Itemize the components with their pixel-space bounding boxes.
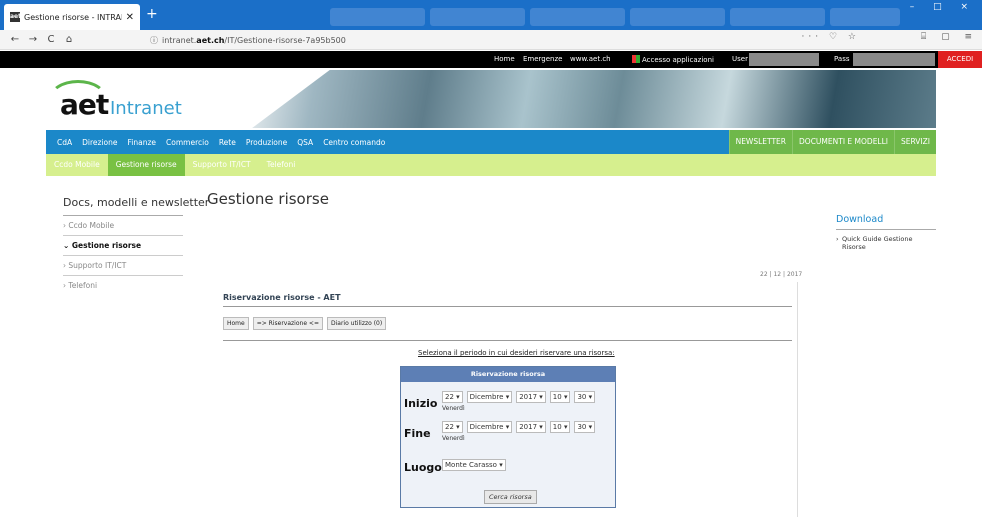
menu-produzione[interactable]: Produzione — [241, 138, 292, 147]
end-hour-select[interactable]: 10 ▾ — [549, 421, 571, 433]
start-day-select[interactable]: 22 ▾ — [442, 391, 463, 403]
sidebar-item-ccdo-mobile[interactable]: › Ccdo Mobile — [63, 216, 183, 236]
close-tab-icon[interactable]: ✕ — [126, 12, 134, 23]
diario-button[interactable]: Diario utilizzo (0) — [326, 317, 387, 330]
submenu-supporto-it[interactable]: Supporto IT/ICT — [185, 154, 259, 176]
top-link-emergenze[interactable]: Emergenze — [523, 55, 562, 63]
end-month-select[interactable]: Dicembre ▾ — [466, 421, 513, 433]
reload-icon[interactable]: C — [42, 34, 60, 45]
column-divider — [797, 282, 798, 517]
logo-brand: aet — [60, 88, 109, 121]
apps-link[interactable]: Accesso applicazioni — [632, 55, 714, 64]
start-label: Inizio — [404, 397, 438, 410]
sidebar-item-gestione-risorse[interactable]: ⌄ Gestione risorse — [63, 236, 183, 256]
pass-label: Pass — [834, 55, 850, 63]
sidebar: Docs, modelli e newsletter › Ccdo Mobile… — [63, 196, 209, 295]
menu-cda[interactable]: CdA — [52, 138, 77, 147]
start-minute-select[interactable]: 30 ▾ — [574, 391, 596, 403]
submenu-telefoni[interactable]: Telefoni — [259, 154, 304, 176]
top-link-home[interactable]: Home — [494, 55, 515, 63]
top-link-website[interactable]: www.aet.ch — [570, 55, 611, 63]
url-path: /IT/Gestione-risorse-7a95b500 — [224, 35, 346, 45]
place-label: Luogo — [404, 461, 442, 474]
reservation-tabs: Home => Riservazione <= Diario utilizzo … — [223, 317, 792, 341]
sidebar-item-supporto-it[interactable]: › Supporto IT/ICT — [63, 256, 183, 276]
aet-logo[interactable]: aet Intranet — [46, 78, 182, 123]
logo-product: Intranet — [110, 98, 182, 119]
start-row: Inizio 22 ▾ Dicembre ▾ 2017 ▾ 10 ▾ 30 ▾ — [404, 391, 599, 410]
quick-guide-link[interactable]: Quick Guide Gestione Risorse — [836, 235, 936, 251]
menu-finanze[interactable]: Finanze — [123, 138, 162, 147]
sidebar-item-telefoni[interactable]: › Telefoni — [63, 276, 183, 295]
background-tab[interactable] — [530, 8, 625, 26]
site-header: aet Intranet — [46, 68, 936, 130]
menu-centro-comando[interactable]: Centro comando — [318, 138, 390, 147]
menu-commercio[interactable]: Commercio — [161, 138, 214, 147]
active-tab[interactable]: aet Gestione risorse - INTRANET - ✕ — [4, 4, 140, 30]
place-row: Luogo Monte Carasso ▾ — [404, 455, 510, 474]
favicon: aet — [10, 12, 21, 22]
sidebar-heading: Docs, modelli e newsletter — [63, 196, 209, 216]
window-controls[interactable]: – □ × — [910, 2, 976, 12]
browser-tab-bar: aet Gestione risorse - INTRANET - ✕ + – … — [0, 0, 982, 30]
start-year-select[interactable]: 2017 ▾ — [516, 391, 546, 403]
submenu-ccdo-mobile[interactable]: Ccdo Mobile — [46, 154, 108, 176]
menu-servizi[interactable]: SERVIZI — [894, 130, 936, 154]
background-tab[interactable] — [430, 8, 525, 26]
riservazione-button[interactable]: => Riservazione <= — [252, 317, 323, 330]
menu-qsa[interactable]: QSA — [292, 138, 318, 147]
background-tab[interactable] — [730, 8, 825, 26]
reservation-form: Riservazione risorsa Inizio 22 ▾ Dicembr… — [400, 366, 616, 508]
instruction-text: Seleziona il periodo in cui desideri ris… — [418, 349, 615, 357]
menu-rete[interactable]: Rete — [214, 138, 241, 147]
intranet-top-bar: Home Emergenze www.aet.ch Accesso applic… — [0, 51, 982, 68]
tab-title: Gestione risorse - INTRANET - — [24, 12, 122, 22]
background-tab[interactable] — [330, 8, 425, 26]
page-title: Gestione risorse — [207, 190, 329, 208]
start-month-select[interactable]: Dicembre ▾ — [466, 391, 513, 403]
download-box: Download Quick Guide Gestione Risorse — [836, 214, 936, 251]
apps-icon — [632, 55, 640, 63]
submenu-gestione-risorse[interactable]: Gestione risorse — [107, 154, 185, 176]
user-label: User — [732, 55, 748, 63]
end-minute-select[interactable]: 30 ▾ — [574, 421, 596, 433]
forward-icon[interactable]: → — [24, 34, 42, 45]
menu-documenti-modelli[interactable]: DOCUMENTI E MODELLI — [792, 130, 894, 154]
start-hour-select[interactable]: 10 ▾ — [549, 391, 571, 403]
background-tab[interactable] — [630, 8, 725, 26]
address-bar[interactable]: ⓘ intranet. aet.ch/IT/Gestione-risorse-7a… — [150, 32, 878, 48]
download-heading: Download — [836, 214, 936, 230]
info-icon: ⓘ — [150, 35, 158, 45]
page-actions-icon[interactable]: ··· ♡ ☆ — [802, 32, 860, 42]
url-prefix: intranet. — [162, 35, 197, 45]
user-input[interactable] — [749, 53, 819, 66]
menu-direzione[interactable]: Direzione — [77, 138, 122, 147]
header-banner-image — [252, 70, 936, 128]
end-year-select[interactable]: 2017 ▾ — [516, 421, 546, 433]
back-icon[interactable]: ← — [6, 34, 24, 45]
main-menu: CdA Direzione Finanze Commercio Rete Pro… — [46, 130, 936, 154]
end-row: Fine 22 ▾ Dicembre ▾ 2017 ▾ 10 ▾ 30 ▾ — [404, 421, 599, 440]
form-title: Riservazione risorsa — [401, 367, 615, 382]
end-weekday: Venerdì — [442, 435, 465, 442]
home-button[interactable]: Home — [223, 317, 249, 330]
menu-newsletter[interactable]: NEWSLETTER — [728, 130, 792, 154]
browser-nav-bar: ← → C ⌂ ⓘ intranet. aet.ch/IT/Gestione-ri… — [0, 30, 982, 50]
home-icon[interactable]: ⌂ — [60, 34, 78, 45]
place-select[interactable]: Monte Carasso ▾ — [442, 459, 506, 471]
password-input[interactable] — [853, 53, 935, 66]
end-label: Fine — [404, 427, 431, 440]
end-day-select[interactable]: 22 ▾ — [442, 421, 463, 433]
login-button[interactable]: ACCEDI — [938, 51, 982, 68]
page-date: 22 | 12 | 2017 — [760, 271, 803, 278]
new-tab-button[interactable]: + — [146, 6, 158, 22]
start-weekday: Venerdì — [442, 405, 465, 412]
url-domain: aet.ch — [196, 35, 225, 45]
toolbar-icons[interactable]: ⌸ ▢ ≡ — [921, 32, 978, 42]
reservation-title: Riservazione risorse - AET — [223, 293, 792, 307]
background-tab[interactable] — [830, 8, 900, 26]
reservation-panel: Riservazione risorse - AET Home => Riser… — [223, 293, 792, 341]
sub-menu: Ccdo Mobile Gestione risorse Supporto IT… — [46, 154, 936, 176]
search-resource-button[interactable]: Cerca risorsa — [484, 490, 537, 504]
